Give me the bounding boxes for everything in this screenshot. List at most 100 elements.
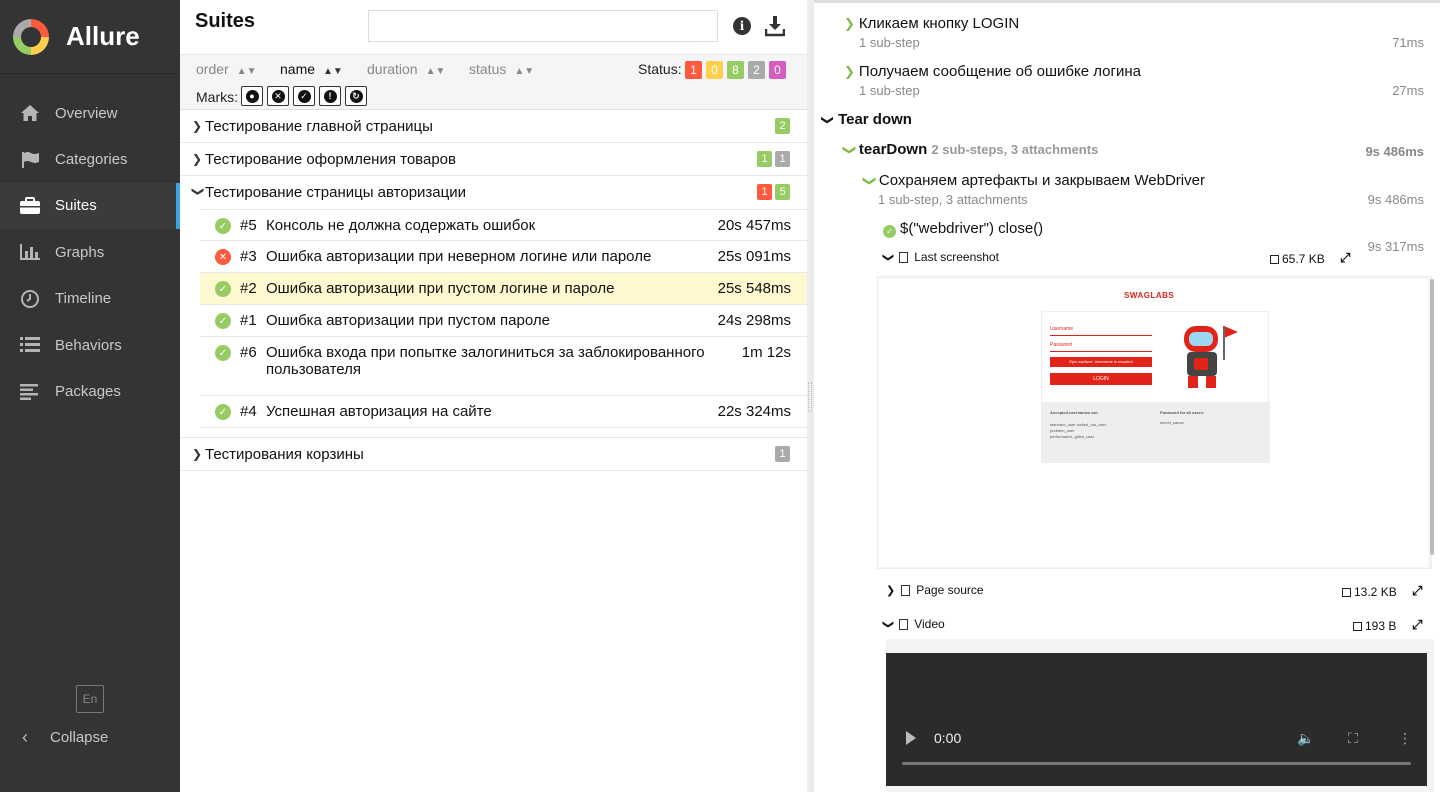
sidebar-item-label: Timeline [55, 290, 112, 308]
sidebar-item-graphs[interactable]: Graphs [0, 229, 180, 275]
step-row[interactable]: ❯tearDown 2 sub-steps, 3 attachments [842, 141, 1098, 158]
sidebar: Allure Overview Categories Suites Graphs… [0, 0, 180, 792]
chevron-right-icon: ❯ [886, 584, 896, 597]
attachment-size-value: 65.7 KB [1282, 252, 1325, 266]
suites-tree: ❯ Тестирование главной страницы 2 ❯ Тест… [180, 110, 807, 471]
check-circle-icon: ✓ [297, 89, 311, 103]
sort-order[interactable]: order ▲▼ [196, 61, 256, 77]
step-name: Получаем сообщение об ошибке логина [858, 63, 1141, 80]
passed-status-icon: ✓ [215, 281, 231, 297]
status-skipped-toggle[interactable]: 2 [748, 61, 765, 79]
sidebar-item-suites[interactable]: Suites [0, 182, 180, 230]
play-icon[interactable] [906, 731, 916, 745]
sort-icon: ▲▼ [323, 66, 343, 77]
screenshot-viewer: SWAGLABS Username Password Epic sadface:… [877, 276, 1432, 569]
test-case-name: Ошибка авторизации при пустом пароле [266, 312, 550, 329]
test-case-duration: 25s 091ms [717, 248, 791, 265]
passed-count-badge: 2 [775, 118, 790, 134]
sidebar-item-timeline[interactable]: Timeline [0, 276, 180, 322]
suite-group[interactable]: ❯ Тестирование оформления товаров 1 1 [180, 143, 807, 176]
sort-status[interactable]: status ▲▼ [469, 61, 534, 77]
sidebar-item-label: Behaviors [55, 336, 122, 354]
test-case-number: #2 [240, 280, 257, 297]
expand-icon[interactable]: ⤢ [1340, 250, 1350, 266]
suite-group[interactable]: ❯ Тестирования корзины 1 [180, 438, 807, 471]
step-row[interactable]: ❯ Кликаем кнопку LOGIN [844, 15, 1019, 32]
status-failed-toggle[interactable]: 1 [685, 61, 702, 79]
sort-label: order [196, 61, 229, 77]
mark-new-broken-toggle[interactable]: ! [319, 86, 341, 106]
volume-icon[interactable]: 🔈 [1297, 730, 1314, 747]
sidebar-item-packages[interactable]: Packages [0, 368, 180, 414]
test-case-duration: 20s 457ms [717, 217, 791, 234]
teardown-section[interactable]: ❯ Tear down [821, 111, 912, 128]
search-input[interactable] [368, 10, 718, 42]
attachment-header[interactable]: ❯ Video [882, 617, 945, 631]
attachment-header[interactable]: ❯ Page source [886, 583, 984, 597]
screenshot-image: SWAGLABS Username Password Epic sadface:… [879, 279, 1428, 567]
test-case-row[interactable]: ✓ #6 Ошибка входа при попытке залогинить… [200, 337, 807, 396]
suite-group[interactable]: ❯ Тестирование главной страницы 2 [180, 110, 807, 143]
page-title: Suites [195, 10, 256, 32]
brand[interactable]: Allure [0, 0, 180, 74]
step-row[interactable]: ✓ $("webdriver") close() [883, 220, 1043, 238]
collapse-button[interactable]: ‹ Collapse [22, 727, 108, 748]
sidebar-item-label: Graphs [55, 243, 105, 261]
chevron-right-icon: ❯ [192, 447, 203, 461]
sidebar-item-overview[interactable]: Overview [0, 90, 180, 136]
step-row[interactable]: ❯Сохраняем артефакты и закрываем WebDriv… [862, 172, 1205, 189]
tree-spacer [180, 428, 807, 438]
suite-name: Тестирование главной страницы [205, 117, 433, 135]
mark-new-failed-toggle[interactable]: ✕ [267, 86, 289, 106]
screenshot-accepted-users: standard_user locked_out_user problem_us… [1050, 422, 1107, 439]
mark-flaky-toggle[interactable]: ● [241, 86, 263, 106]
mark-retries-toggle[interactable]: ↻ [345, 86, 367, 106]
allure-report-app: Allure Overview Categories Suites Graphs… [0, 0, 1440, 792]
marks-label: Marks: [196, 89, 238, 105]
test-case-row[interactable]: ✓ #4 Успешная авторизация на сайте 22s 3… [200, 396, 807, 428]
info-icon[interactable]: i [733, 17, 751, 35]
attachment-size-value: 13.2 KB [1354, 585, 1397, 599]
times-circle-icon: ✕ [271, 89, 285, 103]
suite-group-expanded[interactable]: ❯ Тестирование страницы авторизации 1 5 [180, 176, 807, 209]
step-name: Кликаем кнопку LOGIN [858, 15, 1020, 32]
expand-icon[interactable]: ⤢ [1412, 617, 1422, 633]
test-case-name: Ошибка входа при попытке залогиниться за… [266, 344, 705, 378]
chevron-down-icon: ❯ [821, 114, 836, 126]
language-switcher[interactable]: En [76, 685, 104, 713]
download-icon[interactable] [764, 15, 786, 37]
skipped-count-badge: 1 [775, 446, 790, 462]
screenshot-password-value: secret_sauce [1160, 420, 1184, 425]
expand-icon[interactable]: ⤢ [1412, 583, 1422, 599]
suite-name: Тестирование страницы авторизации [205, 184, 466, 201]
test-case-row[interactable]: ✓ #1 Ошибка авторизации при пустом парол… [200, 305, 807, 337]
clock-icon [19, 289, 41, 309]
test-case-name: Ошибка авторизации при неверном логине и… [266, 248, 652, 265]
video-player[interactable]: 0:00 🔈 ⛶ ⋮ [886, 653, 1427, 786]
splitter-grip-icon[interactable] [808, 382, 812, 412]
passed-count-badge: 5 [775, 184, 790, 200]
sidebar-item-categories[interactable]: Categories [0, 136, 180, 182]
mark-new-passed-toggle[interactable]: ✓ [293, 86, 315, 106]
test-case-duration: 25s 548ms [717, 280, 791, 297]
attachment-header[interactable]: ❯ Last screenshot [882, 250, 999, 264]
sort-duration[interactable]: duration ▲▼ [367, 61, 445, 77]
more-options-icon[interactable]: ⋮ [1398, 730, 1412, 747]
test-case-row[interactable]: ✕ #3 Ошибка авторизации при неверном лог… [200, 241, 807, 273]
sort-name[interactable]: name ▲▼ [280, 61, 343, 77]
video-progress-bar[interactable] [902, 762, 1411, 765]
sidebar-item-behaviors[interactable]: Behaviors [0, 322, 180, 368]
screenshot-login-card: Username Password Epic sadface: Username… [1041, 311, 1270, 463]
step-substeps: 1 sub-step [859, 35, 920, 50]
test-case-row-selected[interactable]: ✓ #2 Ошибка авторизации при пустом логин… [200, 273, 807, 305]
step-row[interactable]: ❯ Получаем сообщение об ошибке логина [844, 63, 1141, 80]
marks-filter: ● ✕ ✓ ! ↻ [241, 86, 367, 106]
sort-label: name [280, 61, 316, 77]
attachment-size: 193 B [1353, 619, 1396, 633]
fullscreen-icon[interactable]: ⛶ [1348, 730, 1358, 747]
screenshot-scrollbar[interactable] [1430, 279, 1434, 555]
status-broken-toggle[interactable]: 0 [706, 61, 723, 79]
status-unknown-toggle[interactable]: 0 [769, 61, 786, 79]
test-case-row[interactable]: ✓ #5 Консоль не должна содержать ошибок … [200, 209, 807, 241]
status-passed-toggle[interactable]: 8 [727, 61, 744, 79]
